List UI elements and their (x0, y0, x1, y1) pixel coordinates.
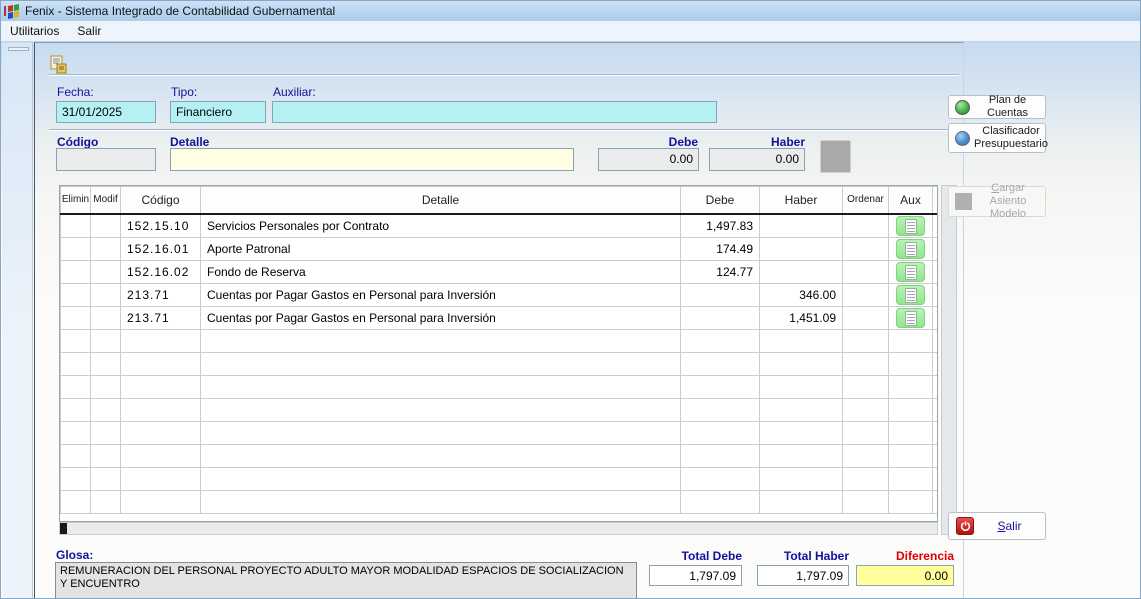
diferencia-value: 0.00 (856, 565, 954, 586)
entry-action-button[interactable] (820, 140, 851, 173)
fecha-label: Fecha: (57, 85, 94, 99)
col-ordenar[interactable]: Ordenar (843, 187, 889, 214)
table-empty-row[interactable] (61, 375, 939, 398)
content-area: Fecha: Tipo: Auxiliar: 31/01/2025 Financ… (1, 42, 1141, 599)
left-panel-strip (2, 43, 33, 599)
title-bar: Fenix - Sistema Integrado de Contabilida… (1, 1, 1141, 21)
aux-button[interactable] (896, 262, 925, 282)
plan-de-cuentas-label: Plan de Cuentas (974, 94, 1045, 120)
glosa-textarea[interactable]: REMUNERACION DEL PERSONAL PROYECTO ADULT… (55, 562, 637, 599)
auxiliar-input[interactable] (272, 101, 717, 123)
blue-sphere-icon (955, 131, 970, 146)
glosa-label: Glosa: (56, 548, 93, 562)
menu-bar: Utilitarios Salir (1, 21, 1141, 42)
col-modif[interactable]: Modif (91, 187, 121, 214)
table-empty-row[interactable] (61, 329, 939, 352)
total-haber-value: 1,797.09 (757, 565, 849, 586)
codigo-input[interactable] (56, 148, 156, 171)
col-codigo[interactable]: Código (121, 187, 201, 214)
col-detalle[interactable]: Detalle (201, 187, 681, 214)
col-spacer (933, 187, 939, 214)
total-debe-value: 1,797.09 (649, 565, 742, 586)
app-window: Fenix - Sistema Integrado de Contabilida… (0, 0, 1141, 599)
document-icon (905, 219, 917, 234)
table-empty-row[interactable] (61, 444, 939, 467)
table-row[interactable]: 152.16.02 Fondo de Reserva 124.77 (61, 260, 939, 283)
table-row[interactable]: 213.71 Cuentas por Pagar Gastos en Perso… (61, 306, 939, 329)
groupbox-top-border (49, 74, 959, 76)
debe-label: Debe (598, 135, 698, 149)
clasificador-presupuestario-button[interactable]: ClasificadorPresupuestario (948, 123, 1046, 153)
table-empty-row[interactable] (61, 421, 939, 444)
aux-button[interactable] (896, 239, 925, 259)
menu-utilitarios[interactable]: Utilitarios (1, 22, 68, 40)
col-elimin[interactable]: Elimin (61, 187, 91, 214)
cargar-asiento-modelo-button[interactable]: Cargar AsientoModelo (948, 186, 1046, 217)
document-icon (905, 265, 917, 280)
codigo-label: Código (57, 135, 98, 149)
menu-salir[interactable]: Salir (68, 22, 110, 40)
splitter-grip[interactable] (8, 47, 29, 51)
total-debe-label: Total Debe (649, 549, 742, 563)
copy-document-icon[interactable] (49, 55, 69, 75)
window-title: Fenix - Sistema Integrado de Contabilida… (25, 4, 335, 18)
table-empty-row[interactable] (61, 398, 939, 421)
detalle-input[interactable] (170, 148, 574, 171)
total-haber-label: Total Haber (757, 549, 849, 563)
vertical-scrollbar[interactable] (941, 185, 957, 535)
tipo-input[interactable]: Financiero (170, 101, 266, 123)
col-haber[interactable]: Haber (760, 187, 843, 214)
cargar-asiento-label: Cargar AsientoModelo (975, 182, 1045, 221)
aux-button[interactable] (896, 308, 925, 328)
haber-input[interactable]: 0.00 (709, 148, 805, 171)
auxiliar-label: Auxiliar: (273, 85, 316, 99)
table-empty-row[interactable] (61, 352, 939, 375)
clasificador-label: ClasificadorPresupuestario (974, 125, 1052, 151)
scrollbar-thumb[interactable] (60, 523, 67, 534)
table-empty-row[interactable] (61, 490, 939, 513)
document-icon (905, 242, 917, 257)
green-sphere-icon (955, 100, 970, 115)
entries-grid: Elimin Modif Código Detalle Debe Haber O… (59, 185, 938, 522)
salir-button[interactable]: Salir (948, 512, 1046, 540)
section-separator (49, 129, 959, 131)
gray-square-icon (955, 193, 972, 210)
debe-input[interactable]: 0.00 (598, 148, 699, 171)
diferencia-label: Diferencia (856, 549, 954, 563)
table-row[interactable]: 152.16.01 Aporte Patronal 174.49 (61, 237, 939, 260)
aux-button[interactable] (896, 216, 925, 236)
document-icon (905, 288, 917, 303)
salir-label: Salir (978, 520, 1045, 533)
power-icon (956, 517, 974, 535)
col-aux[interactable]: Aux (889, 187, 933, 214)
grid-header-row: Elimin Modif Código Detalle Debe Haber O… (61, 187, 939, 214)
main-panel: Fecha: Tipo: Auxiliar: 31/01/2025 Financ… (34, 42, 964, 599)
fecha-input[interactable]: 31/01/2025 (56, 101, 156, 123)
aux-button[interactable] (896, 285, 925, 305)
horizontal-scrollbar[interactable] (59, 522, 938, 535)
haber-label: Haber (709, 135, 805, 149)
plan-de-cuentas-button[interactable]: Plan de Cuentas (948, 95, 1046, 119)
table-empty-row[interactable] (61, 467, 939, 490)
table-row[interactable]: 152.15.10 Servicios Personales por Contr… (61, 214, 939, 238)
document-icon (905, 311, 917, 326)
app-icon (4, 4, 20, 19)
col-debe[interactable]: Debe (681, 187, 760, 214)
table-row[interactable]: 213.71 Cuentas por Pagar Gastos en Perso… (61, 283, 939, 306)
tipo-label: Tipo: (171, 85, 197, 99)
detalle-label: Detalle (170, 135, 209, 149)
